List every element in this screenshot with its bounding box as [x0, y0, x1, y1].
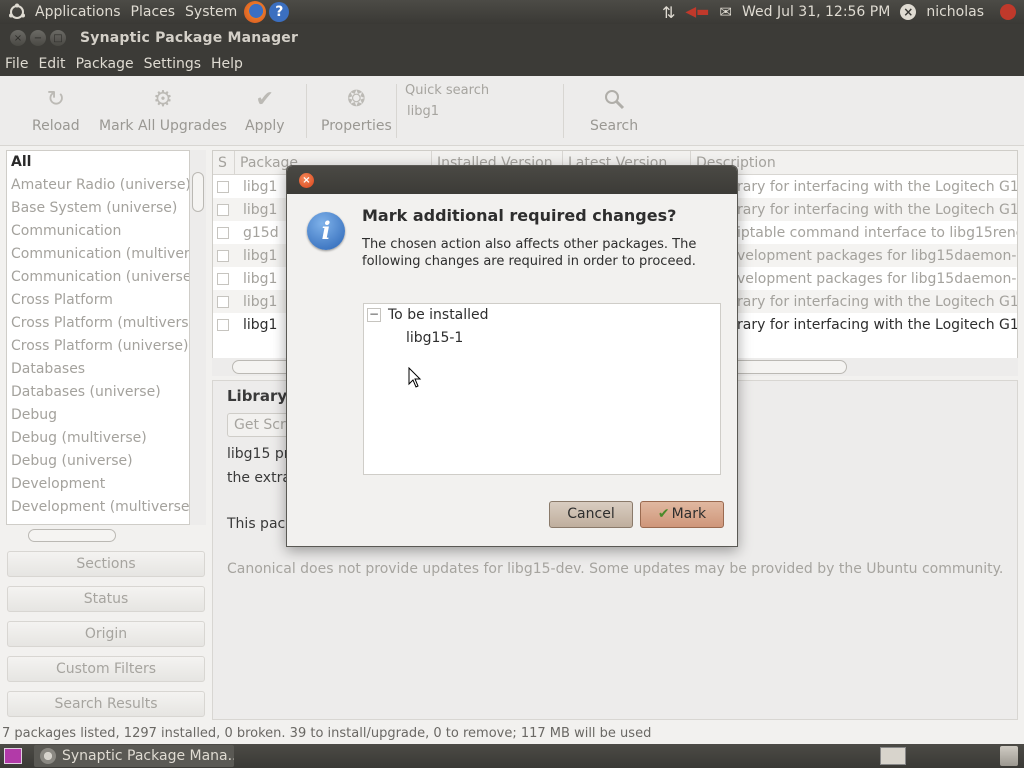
changes-tree[interactable]: − To be installed libg15-1	[363, 303, 721, 475]
quick-search-label: Quick search	[405, 83, 490, 98]
minimize-window-icon[interactable]: −	[30, 30, 46, 46]
maximize-window-icon[interactable]: □	[50, 30, 66, 46]
network-icon[interactable]: ⇅	[662, 3, 675, 22]
mark-all-upgrades-button[interactable]: ⚙ Mark All Upgrades	[99, 86, 227, 135]
user-menu[interactable]: nicholas	[926, 4, 984, 20]
reload-icon: ↻	[46, 86, 66, 112]
volume-icon[interactable]: ◀▬	[685, 4, 709, 20]
info-icon: i	[307, 212, 345, 250]
tree-group-to-be-installed[interactable]: To be installed	[388, 307, 489, 323]
bottom-panel: Synaptic Package Mana...	[0, 744, 1024, 768]
shutdown-icon[interactable]	[1000, 4, 1016, 20]
search-label: Search	[590, 118, 639, 134]
quick-search-input[interactable]	[403, 100, 553, 122]
gear-icon: ⚙	[153, 86, 173, 112]
dialog-heading: Mark additional required changes?	[362, 206, 677, 225]
apply-label: Apply	[245, 118, 285, 134]
mark-changes-dialog: × i Mark additional required changes? Th…	[286, 165, 738, 547]
dialog-body: The chosen action also affects other pac…	[362, 237, 697, 269]
taskbar-synaptic-task[interactable]: Synaptic Package Mana...	[34, 745, 234, 767]
dialog-titlebar	[287, 166, 737, 194]
toolbar-separator	[306, 84, 307, 138]
places-menu[interactable]: Places	[126, 4, 181, 20]
applications-menu[interactable]: Applications	[30, 4, 126, 20]
mouse-cursor-icon	[408, 366, 422, 393]
properties-icon: ❂	[347, 86, 366, 112]
ubuntu-logo-icon[interactable]	[8, 3, 26, 21]
toolbar-separator	[396, 84, 397, 138]
search-button[interactable]: Search	[590, 86, 638, 134]
window-titlebar: × − □ Synaptic Package Manager	[0, 24, 1024, 52]
close-window-icon[interactable]: ×	[10, 30, 26, 46]
task-label: Synaptic Package Mana...	[62, 748, 234, 764]
show-desktop-icon[interactable]	[4, 748, 22, 764]
system-menu[interactable]: System	[180, 4, 242, 20]
search-icon	[601, 86, 627, 112]
mark-button-label: Mark	[671, 506, 707, 522]
dialog-close-icon[interactable]: ×	[299, 173, 314, 188]
trash-icon[interactable]	[1000, 746, 1018, 766]
collapse-icon[interactable]: −	[367, 308, 381, 322]
top-panel: Applications Places System ? ⇅ ◀▬ ✉ Wed …	[0, 0, 1024, 24]
checkmark-icon: ✔	[657, 506, 670, 522]
reload-button[interactable]: ↻ Reload	[32, 86, 80, 135]
synaptic-icon	[40, 748, 56, 764]
help-icon[interactable]: ?	[269, 2, 290, 22]
properties-label: Properties	[321, 118, 392, 134]
firefox-icon[interactable]	[244, 1, 267, 23]
cancel-button[interactable]: Cancel	[549, 501, 633, 528]
apply-button[interactable]: ✔ Apply	[245, 86, 285, 135]
reload-label: Reload	[32, 118, 80, 134]
status-bar: 7 packages listed, 1297 installed, 0 bro…	[0, 724, 1024, 744]
clock[interactable]: Wed Jul 31, 12:56 PM	[742, 4, 890, 20]
mail-icon[interactable]: ✉	[719, 3, 732, 21]
toolbar: ↻ Reload ⚙ Mark All Upgrades ✔ Apply ❂ P…	[0, 76, 1024, 146]
menu-package[interactable]: Package	[71, 56, 139, 72]
workspace-switcher[interactable]	[880, 747, 906, 765]
menu-help[interactable]: Help	[206, 56, 248, 72]
mark-all-upgrades-label: Mark All Upgrades	[99, 118, 227, 134]
mark-button[interactable]: ✔ Mark	[640, 501, 724, 528]
menu-file[interactable]: File	[0, 56, 33, 72]
menu-settings[interactable]: Settings	[139, 56, 206, 72]
user-icon: ×	[900, 4, 917, 20]
checkmark-icon: ✔	[255, 86, 274, 112]
properties-button[interactable]: ❂ Properties	[321, 86, 392, 135]
toolbar-separator	[563, 84, 564, 138]
menu-edit[interactable]: Edit	[33, 56, 70, 72]
tree-item-package[interactable]: libg15-1	[406, 330, 463, 346]
window-title: Synaptic Package Manager	[80, 30, 299, 46]
menubar: File Edit Package Settings Help	[0, 52, 1024, 76]
